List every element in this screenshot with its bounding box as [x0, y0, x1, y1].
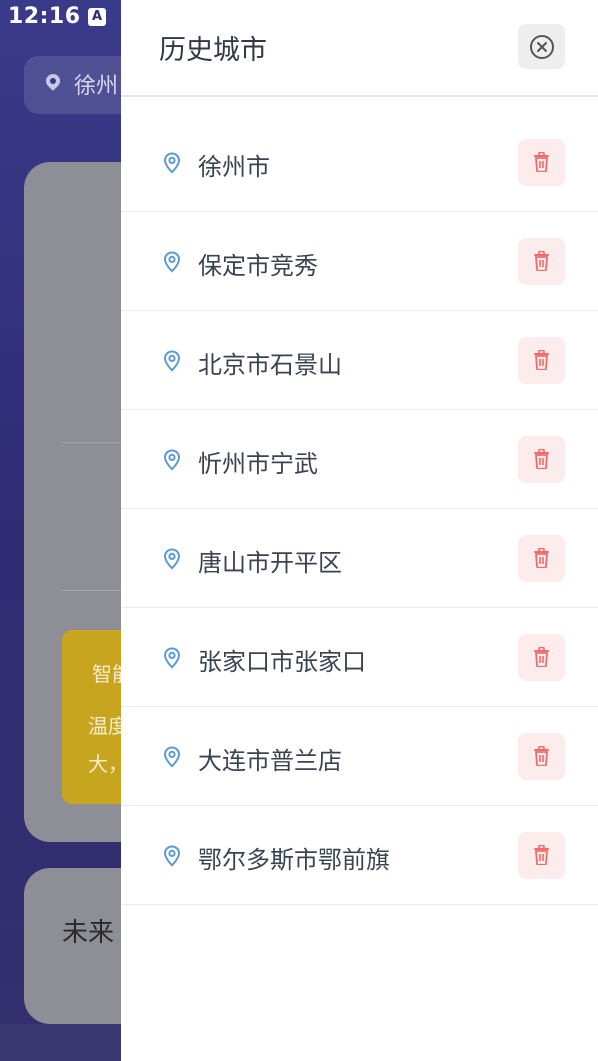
- drawer-title: 历史城市: [159, 35, 267, 66]
- trash-icon: [534, 152, 549, 172]
- location-pin-icon: [163, 350, 181, 372]
- location-pin-icon: [43, 71, 63, 91]
- forecast-title: 未来: [62, 918, 115, 948]
- city-name: 张家口市张家口: [198, 648, 366, 676]
- delete-button[interactable]: [518, 832, 565, 879]
- city-name: 北京市石景山: [198, 351, 342, 379]
- delete-button[interactable]: [518, 634, 565, 681]
- close-circle-icon: [530, 35, 554, 59]
- location-pin-icon: [163, 548, 181, 570]
- trash-icon: [534, 548, 549, 568]
- city-name: 保定市竞秀: [198, 252, 318, 280]
- delete-button[interactable]: [518, 337, 565, 384]
- location-pin-icon: [163, 845, 181, 867]
- city-name: 唐山市开平区: [198, 549, 342, 577]
- close-button[interactable]: [518, 24, 565, 69]
- location-pin-icon: [163, 152, 181, 174]
- trash-icon: [534, 647, 549, 667]
- history-cities-drawer: 历史城市 徐州市 保定市竞秀 北京市石景山 忻州市宁武 唐山市开平区 张家口市张…: [121, 0, 598, 1061]
- location-text: 徐州: [74, 74, 119, 99]
- trash-icon: [534, 350, 549, 370]
- drawer-header: 历史城市: [121, 0, 598, 97]
- delete-button[interactable]: [518, 436, 565, 483]
- city-list: 徐州市 保定市竞秀 北京市石景山 忻州市宁武 唐山市开平区 张家口市张家口 大连…: [121, 113, 598, 905]
- city-row[interactable]: 张家口市张家口: [121, 608, 598, 707]
- city-row[interactable]: 徐州市: [121, 113, 598, 212]
- delete-button[interactable]: [518, 733, 565, 780]
- location-pin-icon: [163, 647, 181, 669]
- trash-icon: [534, 746, 549, 766]
- location-pin-icon: [163, 746, 181, 768]
- city-name: 忻州市宁武: [198, 450, 318, 478]
- city-row[interactable]: 鄂尔多斯市鄂前旗: [121, 806, 598, 905]
- trash-icon: [534, 251, 549, 271]
- delete-button[interactable]: [518, 535, 565, 582]
- city-row[interactable]: 唐山市开平区: [121, 509, 598, 608]
- city-row[interactable]: 忻州市宁武: [121, 410, 598, 509]
- delete-button[interactable]: [518, 139, 565, 186]
- city-row[interactable]: 北京市石景山: [121, 311, 598, 410]
- city-name: 徐州市: [198, 153, 270, 181]
- location-pin-icon: [163, 251, 181, 273]
- city-row[interactable]: 保定市竞秀: [121, 212, 598, 311]
- trash-icon: [534, 845, 549, 865]
- notification-icon: A: [88, 8, 106, 26]
- delete-button[interactable]: [518, 238, 565, 285]
- city-name: 鄂尔多斯市鄂前旗: [198, 846, 390, 874]
- status-time: 12:16: [8, 4, 81, 29]
- location-pin-icon: [163, 449, 181, 471]
- city-row[interactable]: 大连市普兰店: [121, 707, 598, 806]
- city-name: 大连市普兰店: [198, 747, 342, 775]
- trash-icon: [534, 449, 549, 469]
